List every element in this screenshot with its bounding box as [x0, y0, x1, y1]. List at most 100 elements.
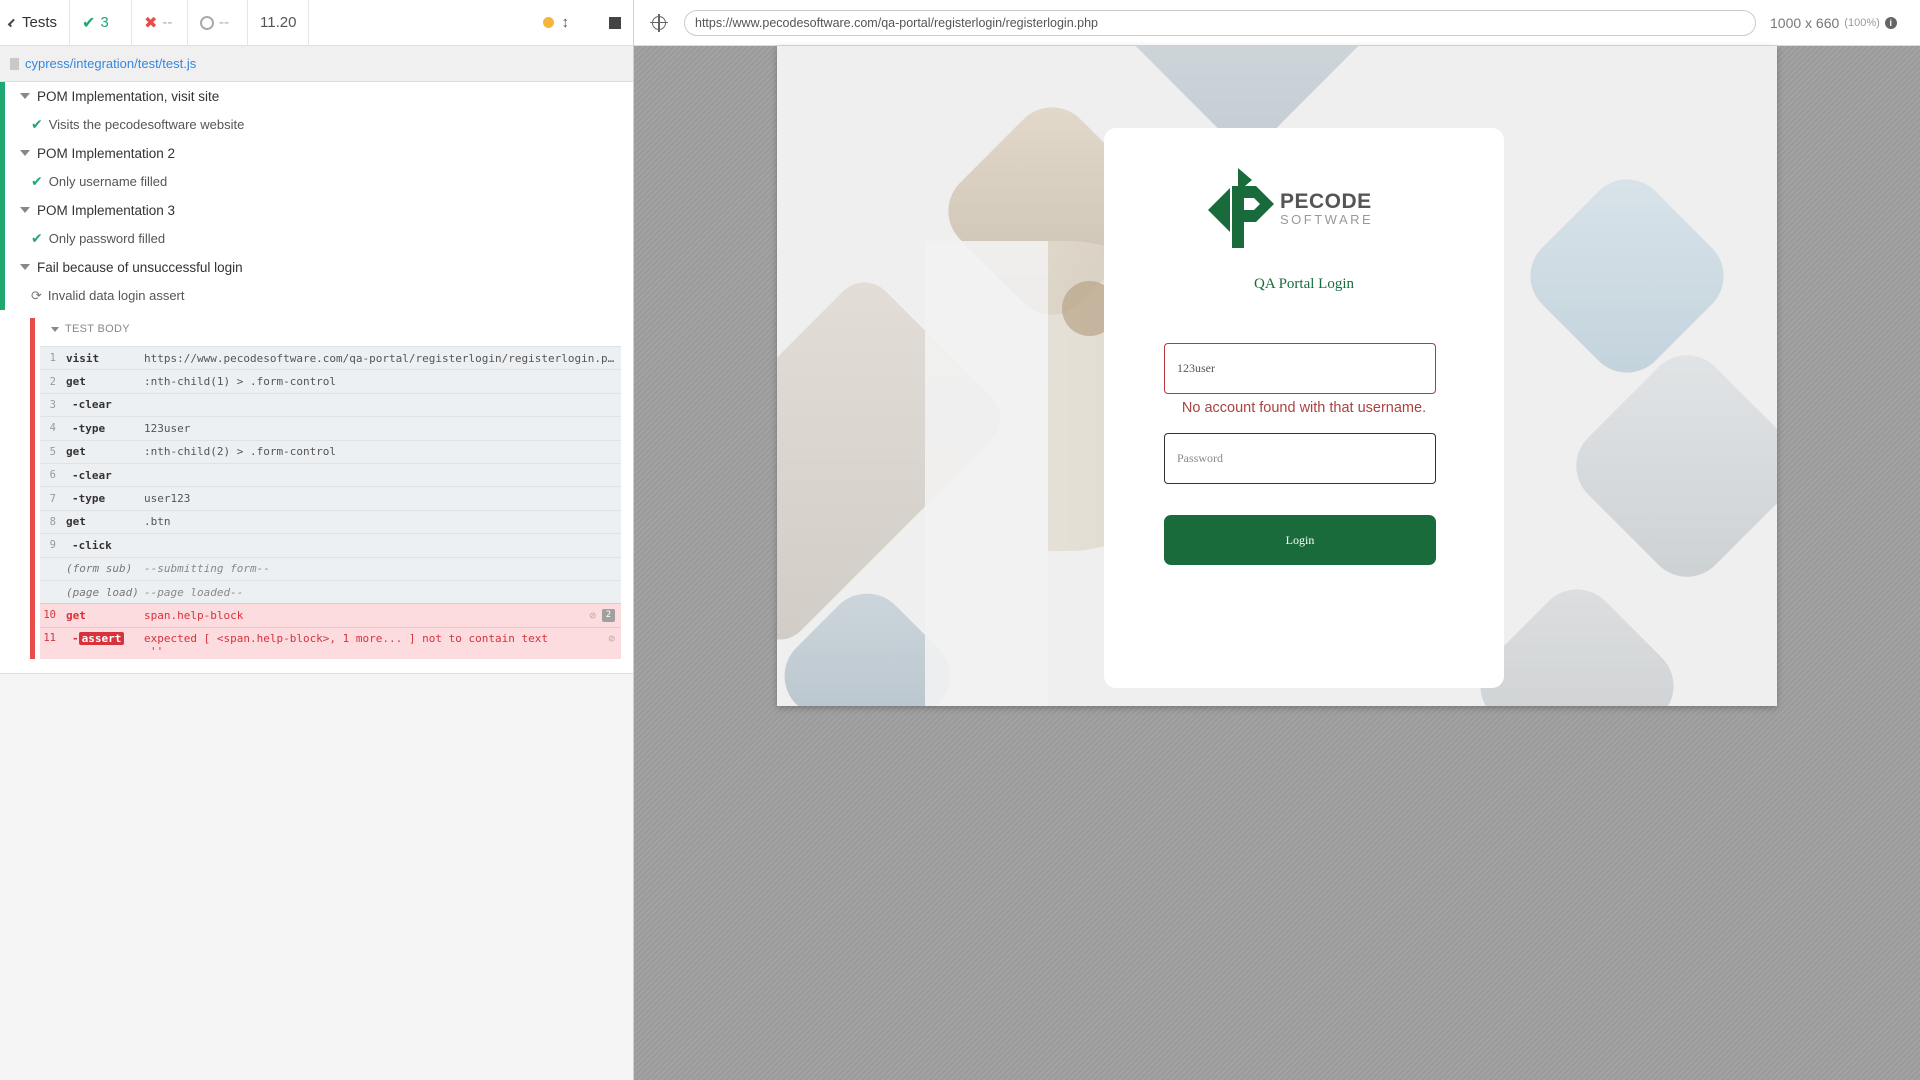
suite-label: POM Implementation 3 — [37, 202, 176, 218]
check-icon: ✔ — [31, 116, 43, 133]
caret-down-icon — [20, 207, 30, 214]
command-row[interactable]: 1 visit https://www.pecodesoftware.com/qa-… — [40, 346, 621, 370]
duration: 11.20 — [248, 0, 310, 46]
command-message: user123 — [144, 492, 191, 506]
command-row[interactable]: 6 -clear — [40, 462, 621, 487]
logo-word: PECODE — [1280, 189, 1372, 213]
spec-path-link[interactable]: cypress/integration/test/test.js — [25, 56, 196, 71]
command-row[interactable]: 2 get :nth-child(1) > .form-control — [40, 369, 621, 393]
test-item[interactable]: ✔ Only username filled — [0, 167, 633, 196]
assert-message: expected [ <span.help-block>, 1 more... … — [144, 631, 548, 645]
header-controls: ↕ — [542, 0, 634, 46]
login-button[interactable]: Login — [1164, 515, 1436, 565]
auto-scroll-toggle-icon[interactable]: ↕ — [562, 14, 570, 31]
viewport-size: 1000 x 660 — [1770, 14, 1840, 31]
command-message: span.help-block — [144, 608, 244, 622]
command-message: https://www.pecodesoftware.com/qa-portal… — [144, 351, 621, 365]
refresh-icon: ⟳ — [31, 287, 42, 303]
element-count-badge: 2 — [602, 608, 615, 622]
suite-title[interactable]: POM Implementation 3 — [0, 196, 633, 225]
app-viewport: PECODE SOFTWARE QA Portal Login 123user … — [777, 46, 1777, 706]
username-field[interactable]: 123user — [1164, 343, 1436, 394]
suite-title[interactable]: POM Implementation 2 — [0, 139, 633, 168]
command-number: 2 — [49, 375, 56, 388]
command-row[interactable]: 8 get .btn — [40, 509, 621, 534]
command-name: get — [66, 375, 86, 389]
assert-tag: assert — [78, 631, 125, 645]
assert-message-text: '' — [150, 644, 164, 658]
stop-icon[interactable] — [609, 16, 621, 29]
suite-label: POM Implementation 2 — [37, 145, 176, 161]
pending-stat: -- — [188, 0, 248, 46]
background-tile — [1513, 162, 1741, 390]
login-card: PECODE SOFTWARE QA Portal Login 123user … — [1104, 128, 1504, 688]
suite-label: POM Implementation, visit site — [37, 88, 220, 104]
test-label: Only password filled — [48, 231, 166, 247]
suite-title[interactable]: Fail because of unsuccessful login — [0, 253, 633, 282]
failed-assert-row[interactable]: 11 - assert expected [ <span.help-block>,… — [40, 626, 621, 659]
command-row[interactable]: 5 get:nth-child(2) > .form-control — [40, 439, 621, 463]
event-row[interactable]: (form sub) --submitting form-- — [40, 556, 621, 580]
command-name: -click — [72, 538, 112, 552]
command-name: get — [66, 608, 86, 622]
suite-title[interactable]: POM Implementation, visit site — [0, 82, 633, 111]
command-row[interactable]: 7 -type user123 — [40, 486, 621, 510]
test-label: Invalid data login assert — [47, 288, 185, 304]
test-body-label: TEST BODY — [65, 323, 130, 335]
test-item[interactable]: ⟳ Invalid data login assert — [0, 281, 633, 310]
command-row[interactable]: 4 -type 123user — [40, 416, 621, 440]
command-name: -type — [72, 492, 106, 506]
reporter-panel: Tests ✔ 3 ✖ -- -- 11.20 ↕ cypress/integr… — [0, 0, 634, 1080]
command-number: 3 — [49, 398, 56, 411]
runnables-list: POM Implementation, visit site ✔ Visits … — [0, 82, 633, 674]
command-row[interactable]: 9 -click — [40, 533, 621, 557]
event-row[interactable]: (page load) --page loaded-- — [40, 579, 621, 604]
caret-down-icon — [51, 326, 59, 332]
failed-command-row[interactable]: 10 get span.help-block ⊘ 2 — [40, 603, 621, 627]
test-item[interactable]: ✔ Visits the pecodesoftware website — [0, 110, 633, 139]
spec-path-bar: cypress/integration/test/test.js — [0, 46, 633, 82]
page-title: QA Portal Login — [1254, 276, 1354, 292]
pending-count: -- — [219, 14, 229, 31]
command-message: expected [ <span.help-block>, 1 more... … — [144, 632, 608, 658]
command-message: :nth-child(2) > .form-control — [144, 445, 337, 459]
event-message: --submitting form-- — [144, 562, 270, 576]
failed-stat: ✖ -- — [132, 0, 188, 46]
command-row[interactable]: 3 -clear — [40, 392, 621, 417]
pecode-logo: PECODE SOFTWARE — [1208, 168, 1373, 248]
tests-back-button[interactable]: Tests — [0, 0, 70, 46]
url-field[interactable]: https://www.pecodesoftware.com/qa-portal… — [684, 9, 1756, 36]
command-number: 4 — [49, 422, 56, 435]
background-letter-p — [925, 241, 1048, 706]
suite-label: Fail because of unsuccessful login — [37, 259, 243, 275]
command-name: get — [66, 515, 86, 529]
command-name: visit — [66, 351, 100, 365]
password-field[interactable]: Password — [1164, 433, 1436, 484]
info-icon[interactable]: i — [1884, 16, 1897, 29]
check-icon: ✔ — [31, 230, 43, 247]
test-item[interactable]: ✔ Only password filled — [0, 224, 633, 253]
command-number: 6 — [49, 469, 56, 482]
passed-stat: ✔ 3 — [70, 0, 132, 46]
command-number: 10 — [43, 609, 56, 622]
caret-down-icon — [20, 264, 30, 271]
caret-down-icon — [20, 93, 30, 100]
command-message: :nth-child(1) > .form-control — [144, 375, 337, 389]
test-body-header[interactable]: TEST BODY — [35, 318, 633, 340]
reporter-header: Tests ✔ 3 ✖ -- -- 11.20 ↕ — [0, 0, 633, 46]
event-name: (page load) — [66, 585, 139, 599]
logo-subword: SOFTWARE — [1280, 211, 1374, 227]
failed-count: -- — [162, 14, 173, 31]
chevron-left-icon — [7, 18, 17, 27]
tests-label: Tests — [21, 14, 57, 31]
test-label: Visits the pecodesoftware website — [48, 117, 245, 133]
eye-slash-icon: ⊘ — [589, 608, 596, 622]
x-icon: ✖ — [144, 14, 158, 32]
error-message: No account found with that username. — [1181, 400, 1427, 416]
caret-down-icon — [20, 150, 30, 157]
selector-playground-icon[interactable] — [650, 13, 668, 32]
command-number: 7 — [49, 492, 56, 505]
command-number: 5 — [49, 445, 56, 458]
command-name: -clear — [72, 398, 112, 412]
command-log: 1 visit https://www.pecodesoftware.com/qa-… — [40, 346, 621, 659]
